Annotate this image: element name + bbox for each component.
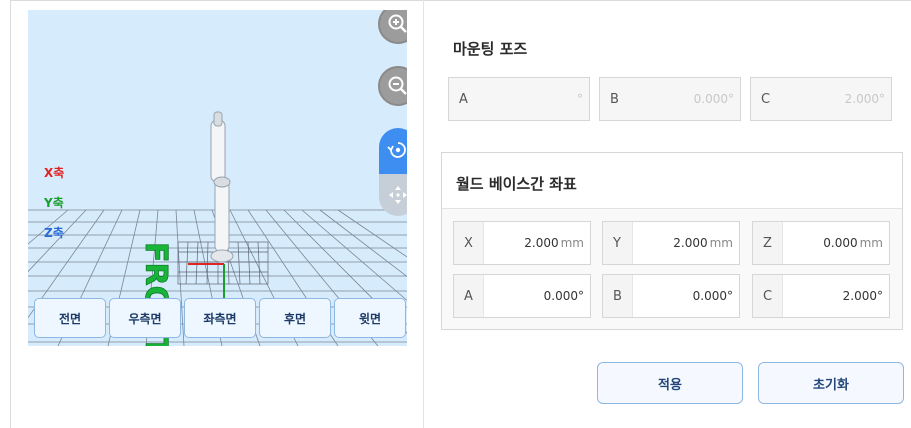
x-axis-label: X축	[44, 166, 65, 180]
world-a-field[interactable]: A 0.000°	[453, 274, 591, 318]
panel-divider	[423, 0, 424, 428]
zoom-in-icon	[388, 14, 407, 33]
field-unit: mm	[859, 236, 883, 250]
view-back-button[interactable]: 후면	[259, 298, 331, 338]
world-b-field[interactable]: B 0.000°	[602, 274, 740, 318]
field-label: X	[454, 222, 484, 264]
field-value: 2.000°	[844, 92, 885, 106]
view-top-button[interactable]: 윗면	[334, 298, 406, 338]
field-label: Z	[753, 222, 783, 264]
field-label: A	[459, 91, 468, 107]
apply-button[interactable]: 적용	[597, 362, 743, 404]
robot-scene: FRONT	[28, 111, 407, 346]
field-value: 2.000	[673, 236, 708, 250]
robot-3d-viewport[interactable]: FRONT X축 Y축 Z축 전면 우측면 좌측면 후면 윗면	[28, 10, 407, 346]
y-axis-label: Y축	[44, 196, 64, 210]
field-value: 0.000°	[693, 92, 734, 106]
z-axis-label: Z축	[44, 226, 64, 240]
view-left-button[interactable]: 좌측면	[184, 298, 256, 338]
field-label: C	[761, 91, 771, 107]
mounting-c-field[interactable]: C 2.000°	[750, 77, 892, 121]
field-value: 0.000	[823, 236, 858, 250]
mounting-a-field[interactable]: A °	[448, 77, 590, 121]
field-value: 2.000	[524, 236, 559, 250]
pan-mode-button[interactable]	[379, 174, 407, 216]
world-base-header: 월드 베이스간 좌표	[442, 153, 902, 209]
view-preset-bar: 전면 우측면 좌측면 후면 윗면	[34, 298, 406, 338]
view-right-button[interactable]: 우측면	[109, 298, 181, 338]
field-label: Y	[603, 222, 633, 264]
field-label: A	[454, 275, 484, 317]
field-label: B	[603, 275, 633, 317]
world-z-field[interactable]: Z 0.000 mm	[752, 221, 890, 265]
pan-icon	[389, 186, 407, 204]
view-mode-toggle	[379, 128, 407, 216]
field-label: B	[610, 91, 619, 107]
robot-arm	[210, 111, 234, 263]
field-value: 0.000°	[692, 289, 733, 303]
field-value: 0.000°	[543, 289, 584, 303]
reset-button[interactable]: 초기화	[758, 362, 904, 404]
rotate-icon	[387, 142, 406, 158]
field-unit: mm	[560, 236, 584, 250]
world-base-title: 월드 베이스간 좌표	[456, 175, 577, 193]
zoom-out-icon	[388, 76, 407, 95]
world-y-field[interactable]: Y 2.000 mm	[602, 221, 740, 265]
field-value: °	[577, 92, 583, 106]
mounting-b-field[interactable]: B 0.000°	[599, 77, 741, 121]
field-value: 2.000°	[842, 289, 883, 303]
field-label: C	[753, 275, 783, 317]
mounting-pose-title: 마운팅 포즈	[453, 40, 528, 58]
world-c-field[interactable]: C 2.000°	[752, 274, 890, 318]
rotate-mode-button[interactable]	[379, 128, 407, 174]
world-x-field[interactable]: X 2.000 mm	[453, 221, 591, 265]
view-front-button[interactable]: 전면	[34, 298, 106, 338]
field-unit: mm	[709, 236, 733, 250]
